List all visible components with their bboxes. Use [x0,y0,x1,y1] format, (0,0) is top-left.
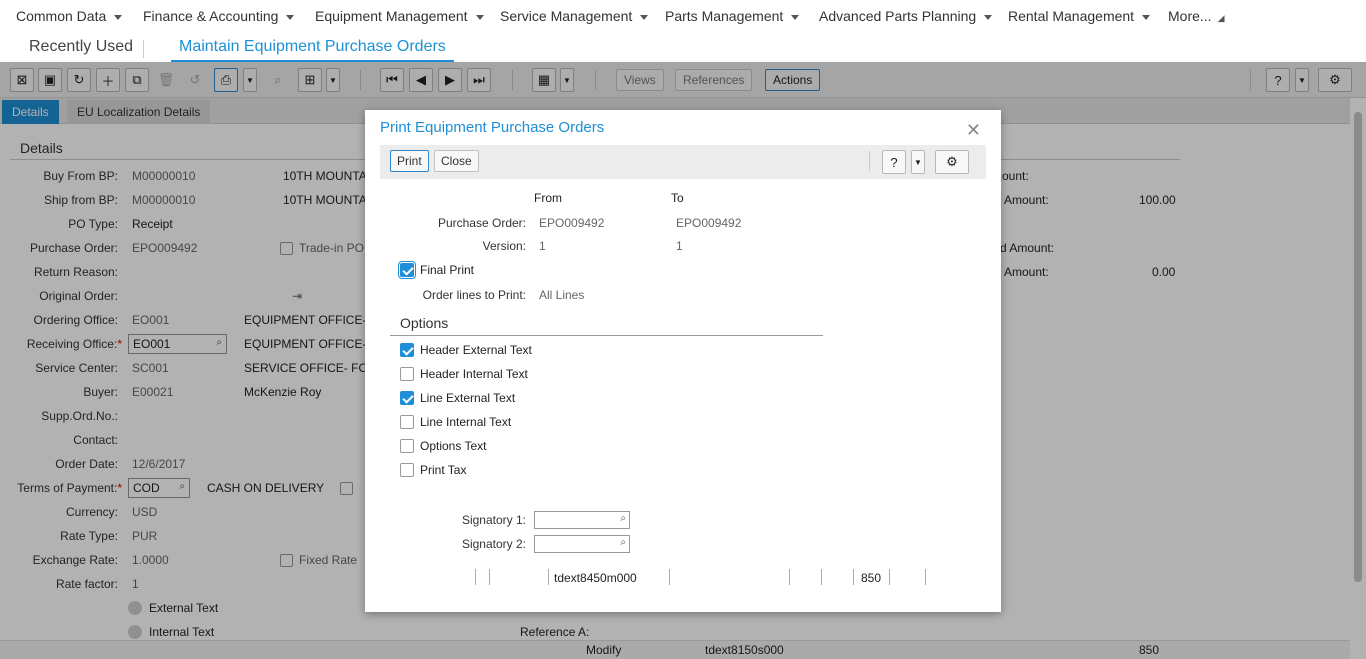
line-internal-text-label: Line Internal Text [420,415,512,429]
status-divider [821,569,822,585]
status-divider [789,569,790,585]
po-label: Purchase Order: [437,216,526,230]
signatory-1-input[interactable]: ⌕ [534,511,630,529]
version-from-value: 1 [539,239,546,253]
status-divider [925,569,926,585]
po-to-value: EPO009492 [676,216,742,230]
status-divider [669,569,670,585]
top-menu: Common Data Finance & Accounting Equipme… [0,0,1366,32]
close-button[interactable]: Close [434,150,479,172]
final-print-checkbox[interactable] [398,261,416,279]
header-internal-text-checkbox[interactable] [400,367,414,381]
dialog-title: Print Equipment Purchase Orders [380,119,605,136]
menu-advanced-parts[interactable]: Advanced Parts Planning [819,8,993,24]
zoom-icon[interactable]: ⌕ [620,537,626,548]
version-to-value: 1 [676,239,683,253]
print-button[interactable]: Print [390,150,429,172]
help-icon[interactable]: ? [882,150,906,174]
tab-recently-used[interactable]: Recently Used [29,38,133,56]
chevron-down-icon [114,14,123,20]
status-divider [475,569,476,585]
menu-common-data[interactable]: Common Data [16,8,123,24]
options-text-label: Options Text [420,439,487,453]
options-title: Options [400,315,449,331]
status-divider [889,569,890,585]
signatory-1-label: Signatory 1: [461,513,526,527]
line-external-text-label: Line External Text [420,391,516,405]
from-header: From [534,191,562,205]
options-divider [390,335,823,336]
gear-icon[interactable]: ⚙ [935,150,969,174]
header-external-text-label: Header External Text [420,343,532,357]
chevron-down-icon [286,14,295,20]
menu-rental[interactable]: Rental Management [1008,8,1151,24]
help-dropdown-icon[interactable]: ▼ [911,150,925,174]
status-divider [853,569,854,585]
tab-bar: Recently Used Maintain Equipment Purchas… [0,32,1366,63]
status-divider [489,569,490,585]
print-tax-checkbox[interactable] [400,463,414,477]
menu-parts[interactable]: Parts Management [665,8,800,24]
chevron-down-icon [791,14,800,20]
po-from-value: EPO009492 [539,216,605,230]
status-divider [548,569,549,585]
chevron-down-icon [475,14,484,20]
chevron-down-icon [1142,14,1151,20]
line-internal-text-checkbox[interactable] [400,415,414,429]
print-tax-label: Print Tax [420,463,467,477]
version-label: Version: [482,239,526,253]
options-text-checkbox[interactable] [400,439,414,453]
print-dialog: Print Equipment Purchase Orders ✕ Print … [365,110,1001,612]
corner-triangle-icon: ◢ [1217,13,1225,23]
tab-maintain-epo[interactable]: Maintain Equipment Purchase Orders [171,38,454,63]
to-header: To [671,191,684,205]
header-internal-text-label: Header Internal Text [420,367,528,381]
toolbar-divider [869,151,870,171]
final-print-label: Final Print [420,263,475,277]
order-lines-label: Order lines to Print: [422,288,526,302]
menu-finance[interactable]: Finance & Accounting [143,8,295,24]
dialog-session-code: tdext8450m000 [554,571,637,585]
dialog-status-number: 850 [861,571,882,585]
menu-service[interactable]: Service Management [500,8,649,24]
dialog-toolbar: Print Close ? ▼ ⚙ [380,145,986,179]
close-icon[interactable]: ✕ [966,120,981,141]
tab-divider [143,40,144,58]
zoom-icon[interactable]: ⌕ [620,513,626,524]
chevron-down-icon [984,14,993,20]
menu-equipment[interactable]: Equipment Management [315,8,484,24]
signatory-2-label: Signatory 2: [461,537,526,551]
order-lines-value: All Lines [539,288,585,302]
signatory-2-input[interactable]: ⌕ [534,535,630,553]
line-external-text-checkbox[interactable] [400,391,414,405]
chevron-down-icon [640,14,649,20]
menu-more[interactable]: More... ◢ [1168,8,1225,24]
header-external-text-checkbox[interactable] [400,343,414,357]
